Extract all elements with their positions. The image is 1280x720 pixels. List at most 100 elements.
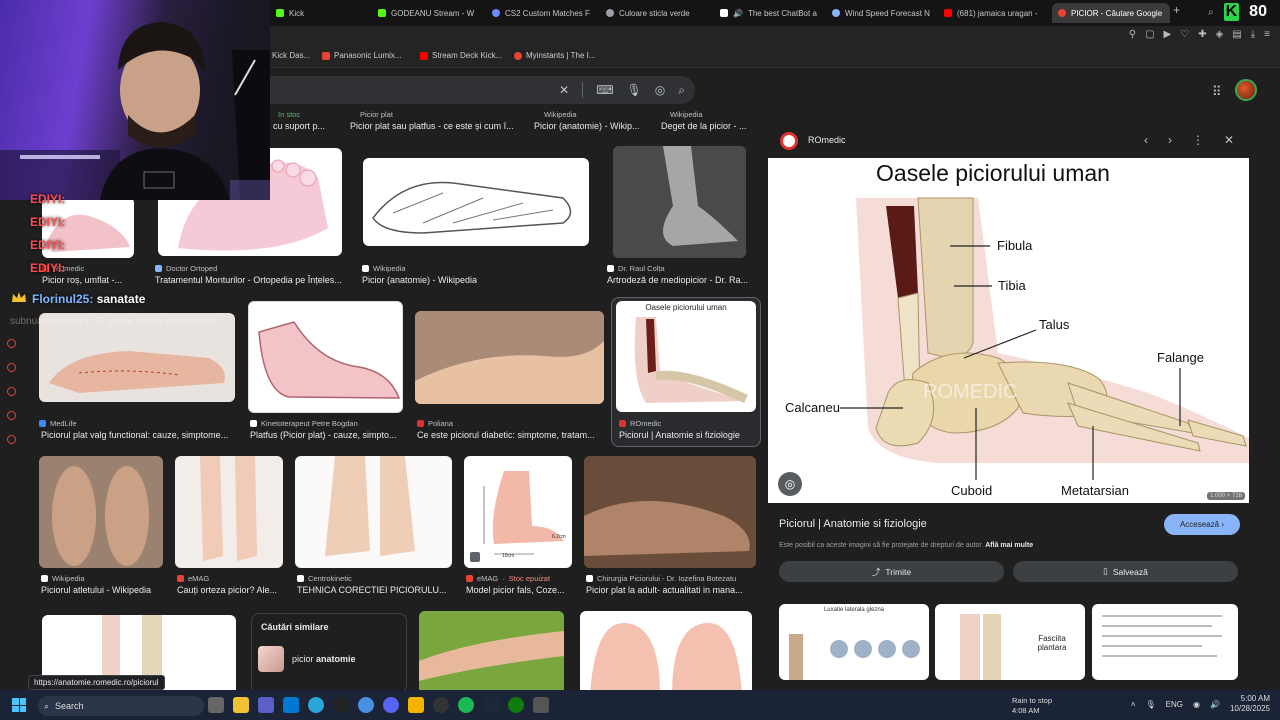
mic-icon[interactable]: 🎙 [627,83,642,97]
app-icon[interactable] [433,697,449,713]
result-image[interactable] [580,611,752,690]
related-search-item[interactable]: picior anatomie [258,646,356,672]
sidebar-icon[interactable]: ▤ [1232,29,1241,40]
account-avatar[interactable] [1235,79,1257,101]
learn-more-link[interactable]: Află mai multe [985,542,1033,549]
result-title[interactable]: Artrodeză de mediopicior - Dr. Ra... [607,275,753,285]
extension-icon[interactable]: ✚ [1198,29,1206,40]
related-image[interactable] [1092,604,1238,680]
pin-icon[interactable]: ⚲ [1129,29,1136,40]
result-title[interactable]: TEHNICA CORECTIEI PICIORULU... [297,585,452,595]
puzzle-icon[interactable]: ◈ [1216,29,1224,40]
steam-icon[interactable] [483,697,499,713]
bookmark-panasonic[interactable]: Panasonic Lumix... [322,51,402,60]
close-icon[interactable]: ✕ [1224,133,1234,147]
share-button[interactable]: ⤴ Trimite [779,561,1004,582]
network-icon[interactable]: ◉ [1193,700,1200,709]
sidebar-icon[interactable] [7,363,16,372]
weather-widget[interactable]: Rain to stop 4:08 AM [1012,696,1052,716]
language-indicator[interactable]: ENG [1166,700,1183,709]
tab-wind[interactable]: Wind Speed Forecast N [826,3,934,23]
result-image[interactable] [415,311,604,404]
mic-icon[interactable]: 🎙 [1146,700,1156,709]
result-title[interactable]: Picior plat la adult- actualitati in man… [586,585,756,595]
panel-site-name[interactable]: ROmedic [808,135,846,145]
clock[interactable]: 5:00 AM 10/28/2025 [1230,694,1270,714]
app-icon[interactable] [408,697,424,713]
result-title[interactable]: Ce este piciorul diabetic: simptome, tra… [417,430,602,440]
result-image[interactable] [363,158,589,246]
related-image[interactable]: Fasciita plantara [935,604,1085,680]
result-title[interactable]: Piciorul plat valg functional: cauze, si… [41,430,235,440]
discord-icon[interactable] [383,697,399,713]
result-title[interactable]: Cauți orteza picior? Ale... [177,585,283,595]
more-vert-icon[interactable]: ⋮ [1192,133,1204,147]
result-image[interactable] [419,611,564,690]
tab-culoare[interactable]: Culoare sticla verde [600,3,710,23]
result-image[interactable] [175,456,283,568]
keyboard-icon[interactable]: ⌨ [596,83,613,97]
tab-kick[interactable]: Kick [270,3,370,23]
visit-button[interactable]: Accesează › [1164,514,1240,535]
result-image[interactable] [248,301,403,413]
menu-icon[interactable]: ≡ [1264,29,1270,40]
result-title[interactable]: Piciorul atletului - Wikipedia [41,585,166,595]
spotify-icon[interactable] [458,697,474,713]
result-image[interactable] [584,456,756,568]
result-title[interactable]: Picior (anatomie) - Wikip... [534,121,644,131]
result-title[interactable]: Deget de la picior - ... [661,121,761,131]
sidebar-icon[interactable] [7,411,16,420]
download-icon[interactable]: ⤓ [1251,29,1255,40]
app-icon[interactable] [533,697,549,713]
result-title[interactable]: Model picior fals, Coze... [466,585,574,595]
tab-godeanu[interactable]: GODEANU Stream - W [372,3,482,23]
sidebar-icon[interactable] [7,435,16,444]
screenshot-icon[interactable]: ▢ [1145,29,1154,40]
tab-cs2[interactable]: CS2 Custom Matches F [486,3,596,23]
result-image[interactable]: 10cm 6.2cm [464,456,572,568]
tab-google-active[interactable]: PICIOR - Căutare Google [1052,3,1170,23]
result-image[interactable] [39,456,163,568]
taskbar-search[interactable]: ⌕ Search [38,696,204,716]
teams-icon[interactable] [258,697,274,713]
tab-search-icon[interactable]: ⌕ [1208,7,1214,18]
heart-icon[interactable]: ♡ [1180,29,1189,40]
chevron-left-icon[interactable]: ‹ [1144,133,1148,147]
file-explorer-icon[interactable] [233,697,249,713]
search-icon[interactable]: ⌕ [678,83,685,98]
settings-icon[interactable] [358,697,374,713]
xbox-icon[interactable] [508,697,524,713]
result-title[interactable]: Picior plat sau platfus - ce este și cum… [350,121,520,131]
preview-image[interactable]: ROMEDIC Oasele piciorului uman Fibula Ti… [768,158,1249,503]
save-button[interactable]: ▯ Salvează [1013,561,1238,582]
result-title[interactable]: Picior (anatomie) - Wikipedia [362,275,562,285]
clear-icon[interactable]: ✕ [559,83,569,97]
google-apps-icon[interactable]: ⠿ [1212,84,1222,100]
preview-title[interactable]: Piciorul | Anatomie si fiziologie [779,518,927,530]
play-icon[interactable]: ▶ [1164,29,1172,40]
windows-start-icon[interactable] [12,698,26,712]
google-lens-icon[interactable]: ◎ [778,472,802,496]
edge-icon[interactable] [308,697,324,713]
obs-icon[interactable] [333,697,349,713]
sidebar-icon[interactable] [7,339,16,348]
outlook-icon[interactable] [283,697,299,713]
volume-icon[interactable]: 🔊 [1210,700,1220,709]
search-box[interactable]: ✕ ⌨ 🎙 ◎ ⌕ [270,76,695,104]
related-image[interactable]: Luxatie laterala glezna [779,604,929,680]
result-image[interactable] [613,146,746,258]
tab-chatbot[interactable]: 🔊 The best ChatBot a [714,3,824,23]
chevron-right-icon[interactable]: › [1168,133,1172,147]
result-title[interactable]: Piciorul | Anatomie si fiziologie [619,430,759,440]
taskview-icon[interactable] [208,697,224,713]
result-title[interactable]: Platfus (Picior plat) - cauze, simpto... [250,430,405,440]
chevron-up-icon[interactable]: ˄ [1131,700,1136,709]
bookmark-myinstants[interactable]: Myinstants | The I... [514,51,596,60]
bookmark-streamdeck[interactable]: Stream Deck Kick... [420,51,502,60]
bookmark-kick[interactable]: Kick Das... [272,51,310,60]
result-image[interactable] [295,456,452,568]
new-tab-button[interactable]: + [1173,3,1180,17]
result-title[interactable]: cu suport p... [273,121,335,131]
result-image-selected[interactable]: Oasele piciorului uman [616,301,756,412]
sidebar-icon[interactable] [7,387,16,396]
